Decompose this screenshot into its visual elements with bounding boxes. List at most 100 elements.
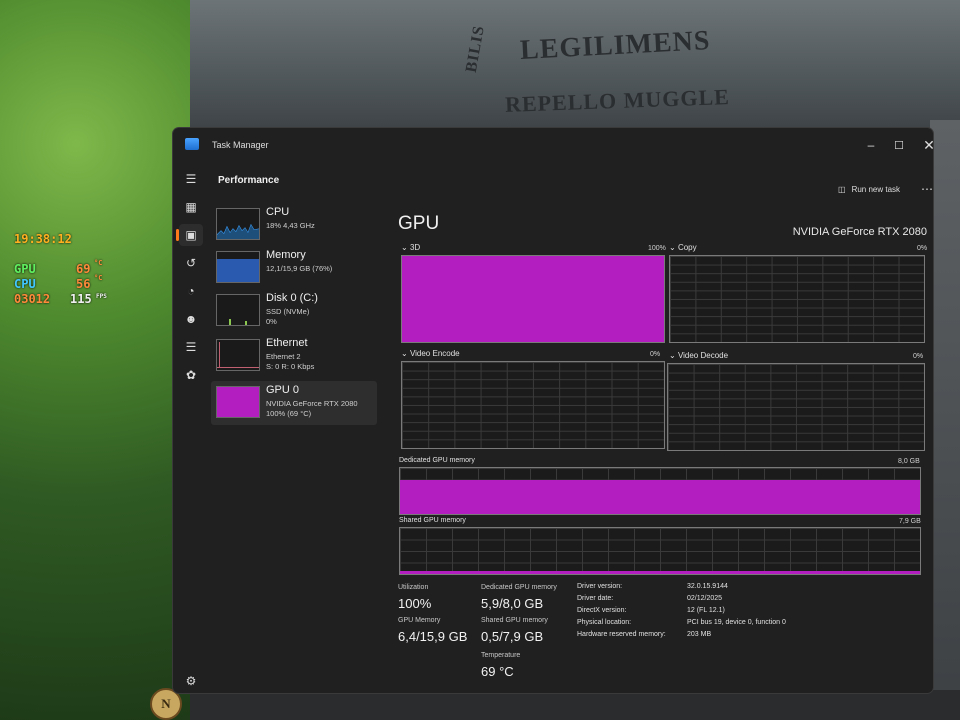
resource-name: Ethernet (266, 337, 308, 349)
gpu-title: GPU (398, 213, 440, 234)
resource-name: Memory (266, 249, 306, 261)
engine-label: Video Encode (409, 349, 460, 358)
dedicated-memory-fill (400, 479, 920, 514)
osd-gpu-label: GPU (14, 262, 36, 276)
resource-usage: S: 0 R: 0 Kbps (266, 362, 315, 371)
hardware-reserved-key: Hardware reserved memory: (577, 631, 666, 638)
driver-version-key: Driver version: (577, 583, 623, 590)
memory-thumbnail (216, 251, 260, 283)
minimize-button[interactable]: – (857, 134, 885, 156)
driver-version-value: 32.0.15.9144 (687, 583, 728, 590)
dedicated-stat-value: 5,9/8,0 GB (481, 596, 544, 611)
resource-item-ethernet[interactable]: Ethernet Ethernet 2 S: 0 R: 0 Kbps (211, 334, 377, 378)
title-bar[interactable]: Task Manager – ☐ ✕ (173, 128, 933, 162)
engine-value: 0% (913, 353, 924, 360)
physical-location-value: PCI bus 19, device 0, function 0 (687, 619, 786, 626)
dedicated-memory-max: 8,0 GB (898, 458, 920, 465)
engine-value: 100% (648, 245, 666, 252)
engine-label: Video Decode (677, 351, 729, 360)
engine-selector-video-decode[interactable]: ⌄ Video Decode (669, 351, 728, 360)
gpu-model: NVIDIA GeForce RTX 2080 (792, 226, 927, 238)
resource-item-gpu[interactable]: GPU 0 NVIDIA GeForce RTX 2080 100% (69 °… (211, 381, 377, 425)
task-manager-window: Task Manager – ☐ ✕ ☰ ▦ ▣ ↺ ◔ ☻ ☰ ✿ ⚙ Per… (173, 128, 933, 693)
directx-version-key: DirectX version: (577, 607, 627, 614)
engine-label: Copy (677, 243, 697, 252)
engine-label: 3D (409, 243, 421, 252)
shared-stat-label: Shared GPU memory (481, 617, 548, 624)
settings-gear-icon[interactable]: ⚙ (179, 670, 203, 692)
gpu-panel: GPU NVIDIA GeForce RTX 2080 ⌄ 3D 100% ⌄ … (393, 203, 933, 693)
maximize-button[interactable]: ☐ (885, 134, 913, 156)
background-pillar (930, 120, 960, 720)
background-floor (190, 690, 960, 720)
hardware-reserved-value: 203 MB (687, 631, 712, 638)
task-manager-app-icon (185, 138, 199, 150)
app-history-icon[interactable]: ↺ (179, 252, 203, 274)
shared-memory-fill (400, 571, 920, 574)
resource-usage: 0% (266, 317, 277, 326)
gpu-memory-value: 6,4/15,9 GB (398, 629, 468, 644)
osd-frame: 03012 (14, 292, 51, 306)
driver-date-key: Driver date: (577, 595, 614, 602)
hamburger-menu-icon[interactable]: ☰ (179, 168, 203, 190)
osd-cpu-unit: °C (94, 274, 103, 282)
ethernet-thumbnail (216, 339, 260, 371)
shared-memory-graph (399, 527, 921, 575)
resource-usage: 100% (69 °C) (266, 409, 312, 418)
performance-icon[interactable]: ▣ (176, 224, 203, 246)
resource-list: CPU 18% 4,43 GHz Memory 12,1/15,9 GB (76… (209, 203, 379, 503)
users-icon[interactable]: ☻ (179, 308, 203, 330)
engine-selector-video-encode[interactable]: ⌄ Video Encode (401, 349, 460, 358)
shared-memory-max: 7,9 GB (899, 518, 921, 525)
physical-location-key: Physical location: (577, 619, 632, 626)
engine-selector-copy[interactable]: ⌄ Copy (669, 243, 697, 252)
window-title: Task Manager (212, 140, 269, 150)
utilization-label: Utilization (398, 584, 429, 591)
engine-graph-3d (401, 255, 665, 343)
shared-stat-value: 0,5/7,9 GB (481, 629, 544, 644)
startup-apps-icon[interactable]: ◔ (179, 280, 203, 302)
engine-graph-video-decode (667, 363, 925, 451)
cpu-thumbnail (216, 208, 260, 240)
more-options-icon[interactable]: ⋯ (921, 182, 933, 196)
background-foliage (0, 0, 190, 720)
engine-selector-3d[interactable]: ⌄ 3D (401, 243, 420, 252)
details-icon[interactable]: ☰ (179, 336, 203, 358)
services-icon[interactable]: ✿ (179, 364, 203, 386)
resource-item-memory[interactable]: Memory 12,1/15,9 GB (76%) (211, 246, 377, 290)
osd-time: 19:38:12 (14, 232, 72, 246)
dedicated-memory-label: Dedicated GPU memory (399, 457, 475, 464)
osd-gpu-unit: °C (94, 259, 103, 267)
driver-date-value: 02/12/2025 (687, 595, 723, 602)
run-new-task-button[interactable]: ◫ Run new task (838, 185, 900, 194)
resource-item-cpu[interactable]: CPU 18% 4,43 GHz (211, 203, 377, 247)
utilization-value: 100% (398, 596, 432, 611)
osd-gpu-temp: 69 (76, 262, 91, 276)
engine-graph-video-encode (401, 361, 665, 449)
background-building (190, 0, 960, 140)
resource-name: CPU (266, 206, 290, 218)
disk-thumbnail (216, 294, 260, 326)
gpu-memory-label: GPU Memory (398, 617, 441, 624)
engine-value: 0% (917, 245, 928, 252)
engine-graph-copy (669, 255, 925, 343)
compass-badge-letter: N (161, 696, 171, 711)
shared-memory-label: Shared GPU memory (399, 517, 466, 524)
gpu-thumbnail (216, 386, 260, 418)
resource-detail: 18% 4,43 GHz (266, 221, 315, 230)
close-button[interactable]: ✕ (915, 134, 933, 156)
navigation-rail: ☰ ▦ ▣ ↺ ◔ ☻ ☰ ✿ ⚙ (173, 162, 209, 693)
resource-item-disk[interactable]: Disk 0 (C:) SSD (NVMe) 0% (211, 289, 377, 333)
dedicated-memory-graph (399, 467, 921, 515)
osd-cpu-label: CPU (14, 277, 36, 291)
engine-value: 0% (650, 351, 661, 358)
processes-icon[interactable]: ▦ (179, 196, 203, 218)
temperature-label: Temperature (481, 652, 521, 659)
osd-fps-label: FPS (96, 293, 107, 300)
engine-usage-fill (402, 256, 664, 342)
resource-detail: 12,1/15,9 GB (76%) (266, 264, 333, 273)
osd-cpu-temp: 56 (76, 277, 91, 291)
resource-name: GPU 0 (266, 384, 300, 396)
resource-detail: Ethernet 2 (266, 352, 301, 361)
resource-detail: SSD (NVMe) (266, 307, 310, 316)
